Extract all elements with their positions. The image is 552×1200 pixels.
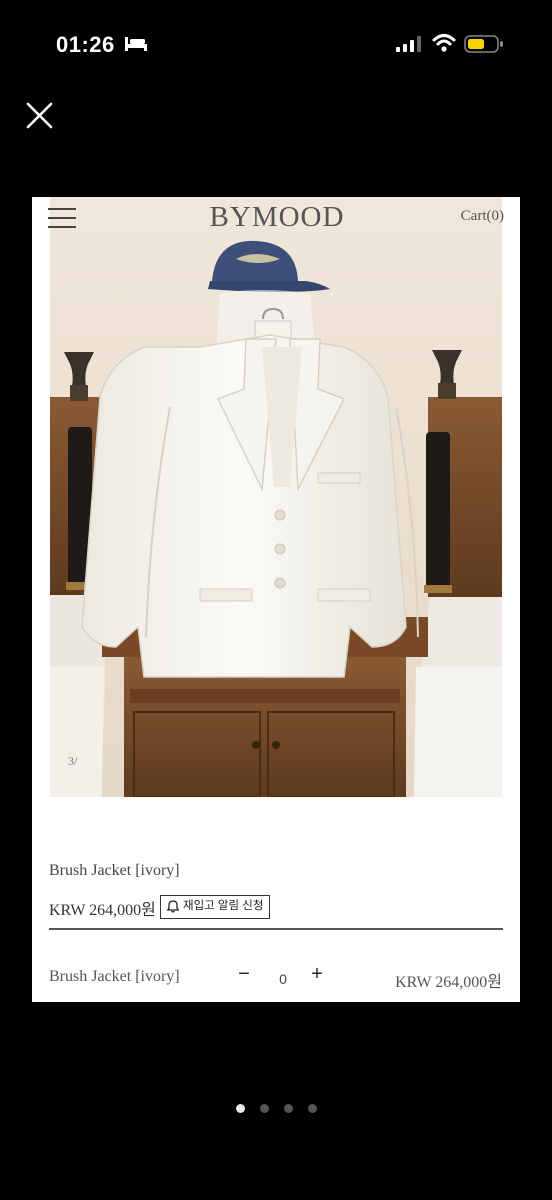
cart-link[interactable]: Cart(0) — [461, 208, 504, 225]
pager-dot[interactable] — [284, 1104, 293, 1113]
restock-alert-label: 재입고 알림 신청 — [183, 900, 264, 912]
quantity-value: 0 — [279, 971, 287, 987]
wifi-icon — [432, 34, 456, 52]
quantity-decrease-button[interactable]: − — [235, 963, 253, 989]
product-title: Brush Jacket [ivory] — [49, 862, 180, 879]
divider — [49, 928, 503, 930]
restock-alert-button[interactable]: 재입고 알림 신청 — [160, 895, 271, 919]
cellular-signal-icon — [396, 36, 421, 52]
selected-option-name: Brush Jacket [ivory] — [49, 968, 180, 985]
product-screenshot-card: BYMOOD Cart(0) 3/ Brush Jacket [ivory] K… — [32, 197, 520, 1002]
pager-dot[interactable] — [260, 1104, 269, 1113]
slide-counter: 3/ — [68, 754, 78, 768]
brand-logo[interactable]: BYMOOD — [207, 201, 347, 234]
image-pager — [236, 1104, 320, 1116]
pager-dot[interactable] — [308, 1104, 317, 1113]
product-photo[interactable] — [50, 197, 502, 797]
sleep-bed-icon — [125, 37, 147, 51]
bell-icon — [167, 900, 179, 913]
selected-option-price: KRW 264,000원 — [395, 974, 502, 991]
status-bar: 01:26 — [0, 0, 552, 90]
status-time: 01:26 — [56, 32, 115, 57]
product-price: KRW 264,000원 — [49, 902, 156, 919]
battery-icon — [464, 35, 503, 53]
hamburger-menu-icon[interactable] — [48, 206, 78, 230]
quantity-increase-button[interactable]: + — [308, 963, 326, 989]
pager-dot[interactable] — [236, 1104, 245, 1113]
close-icon[interactable] — [20, 96, 60, 136]
